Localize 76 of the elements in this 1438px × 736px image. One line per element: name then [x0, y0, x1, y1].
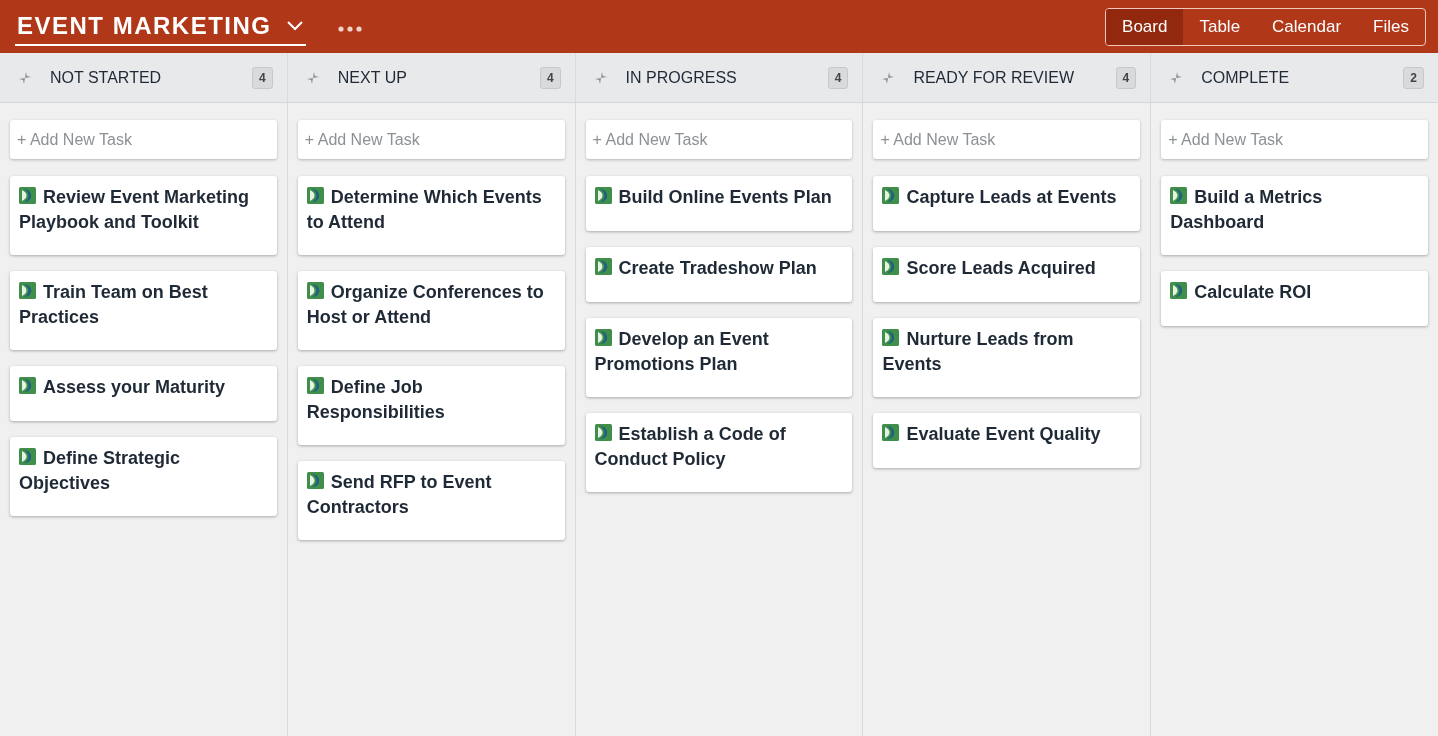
task-title: Evaluate Event Quality: [882, 422, 1132, 447]
task-count: 4: [539, 66, 561, 89]
view-tab[interactable]: Table: [1183, 8, 1257, 45]
task-card[interactable]: Organize Conferences to Host or Attend: [297, 271, 565, 350]
task-title: Calculate ROI: [1170, 280, 1419, 305]
task-logo-icon: [594, 258, 612, 275]
task-logo-icon: [306, 282, 324, 299]
task-card[interactable]: Assess your Maturity: [10, 366, 277, 421]
add-task-field[interactable]: + Add New Task: [585, 120, 853, 159]
add-task-field[interactable]: + Add New Task: [10, 120, 277, 159]
task-title: Establish a Code of Conduct Policy: [594, 423, 787, 471]
task-title: Build Online Events Plan: [594, 185, 844, 210]
more-options-icon[interactable]: [337, 25, 362, 32]
task-card[interactable]: Nurture Leads from Events: [873, 318, 1141, 397]
task-card[interactable]: Evaluate Event Quality: [873, 413, 1141, 468]
task-logo-icon: [19, 282, 36, 299]
task-card[interactable]: Send RFP to Event Contractors: [297, 461, 565, 540]
task-card[interactable]: Determine Which Events to Attend: [297, 176, 565, 255]
task-title: Score Leads Acquired: [882, 256, 1132, 281]
task-title: Develop an Event Promotions Plan: [594, 328, 770, 376]
add-task-field[interactable]: + Add New Task: [1161, 120, 1428, 159]
task-logo-icon: [1170, 187, 1188, 204]
task-card[interactable]: Build a Metrics Dashboard: [1161, 176, 1428, 255]
task-title: Build a Metrics Dashboard: [1170, 186, 1324, 234]
task-logo-icon: [19, 187, 36, 204]
column-title: NOT STARTED: [50, 68, 163, 87]
task-card[interactable]: Create Tradeshow Plan: [585, 247, 853, 302]
task-title: Determine Which Events to Attend: [306, 186, 543, 234]
task-title: Organize Conferences to Host or Attend: [306, 281, 545, 329]
column-title: READY FOR REVIEW: [913, 68, 1075, 87]
task-count: 4: [827, 66, 849, 89]
task-logo-icon: [306, 187, 324, 204]
task-card[interactable]: Calculate ROI: [1161, 271, 1428, 326]
task-logo-icon: [1170, 282, 1188, 299]
task-title: Capture Leads at Events: [882, 185, 1132, 210]
chevron-down-icon: [285, 20, 304, 31]
add-task-field[interactable]: + Add New Task: [297, 120, 565, 159]
view-tab[interactable]: Calendar: [1256, 8, 1358, 45]
task-title: Nurture Leads from Events: [882, 328, 1075, 376]
task-logo-icon: [19, 377, 36, 394]
task-count: 4: [1115, 66, 1137, 89]
column-title: NEXT UP: [337, 68, 408, 87]
task-logo-icon: [882, 258, 900, 275]
task-card[interactable]: Establish a Code of Conduct Policy: [585, 413, 853, 492]
task-logo-icon: [882, 424, 900, 441]
add-task-field[interactable]: + Add New Task: [873, 120, 1141, 159]
project-title-dropdown[interactable]: EVENT MARKETING: [15, 11, 306, 46]
task-logo-icon: [882, 329, 900, 346]
task-card[interactable]: Score Leads Acquired: [873, 247, 1141, 302]
task-title: Review Event Marketing Playbook and Toolkit: [19, 186, 251, 234]
task-logo-icon: [594, 329, 612, 346]
task-logo-icon: [594, 187, 612, 204]
column-title: IN PROGRESS: [625, 68, 738, 87]
task-title: Create Tradeshow Plan: [594, 256, 844, 281]
column-title: COMPLETE: [1201, 68, 1291, 87]
task-title: Train Team on Best Practices: [19, 281, 209, 329]
task-title: Send RFP to Event Contractors: [306, 471, 493, 519]
task-card[interactable]: Train Team on Best Practices: [10, 271, 277, 350]
task-logo-icon: [19, 448, 36, 465]
task-title: Define Job Responsibilities: [306, 376, 446, 424]
task-count: 4: [252, 66, 273, 89]
task-card[interactable]: Review Event Marketing Playbook and Toolkit: [10, 176, 277, 255]
task-card[interactable]: Build Online Events Plan: [585, 176, 853, 231]
task-logo-icon: [882, 187, 900, 204]
task-count: 2: [1403, 66, 1424, 89]
task-card[interactable]: Define Job Responsibilities: [297, 366, 565, 445]
task-card[interactable]: Develop an Event Promotions Plan: [585, 318, 853, 397]
task-card[interactable]: Capture Leads at Events: [873, 176, 1141, 231]
task-card[interactable]: Define Strategic Objectives: [10, 437, 277, 516]
task-logo-icon: [306, 472, 324, 489]
task-logo-icon: [306, 377, 324, 394]
view-tab[interactable]: Files: [1357, 8, 1425, 45]
view-tab[interactable]: Board: [1106, 8, 1184, 45]
task-logo-icon: [594, 424, 612, 441]
task-title: Assess your Maturity: [19, 375, 268, 400]
task-title: Define Strategic Objectives: [19, 447, 182, 495]
